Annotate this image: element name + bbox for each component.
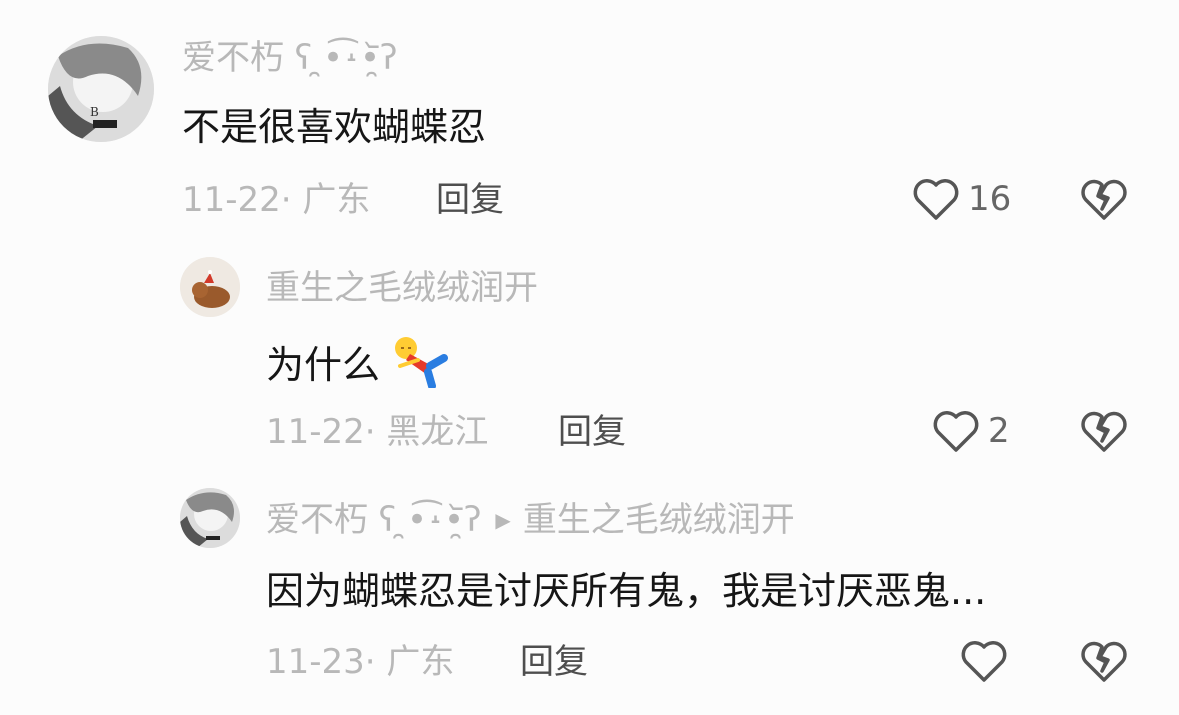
comment-item: 爱不朽 ʕ ̯•͡˔•̯᷅ʔ ▶ 重生之毛绒绒润开 因为蝴蝶忍是讨厌所有鬼，我是讨厌…	[0, 470, 1179, 715]
like-button[interactable]	[960, 638, 1008, 684]
avatar-image	[180, 488, 240, 548]
avatar[interactable]	[180, 488, 240, 548]
comment-text: 因为蝴蝶忍是讨厌所有鬼，我是讨厌恶鬼...	[266, 569, 987, 613]
comment-username: 爱不朽 ʕ ̯•͡˔•̯᷅ʔ ▶ 重生之毛绒绒润开	[266, 500, 795, 540]
author-name[interactable]: 爱不朽 ʕ ̯•͡˔•̯᷅ʔ	[266, 500, 481, 540]
comment-item: B 爱不朽 ʕ ̯•͡˔•̯᷅ʔ 不是很喜欢蝴蝶忍 11-22· 广东 回复 1…	[0, 0, 1179, 240]
comment-item: 重生之毛绒绒润开 为什么 11-22· 黑龙江 回复 2	[0, 240, 1179, 470]
comment-meta: 11-22· 黑龙江	[266, 412, 489, 452]
comment-text: 不是很喜欢蝴蝶忍	[182, 105, 487, 149]
like-count: 16	[968, 179, 1012, 219]
comment-text: 为什么	[266, 336, 456, 388]
heart-outline-icon	[912, 176, 960, 222]
broken-heart-icon	[1080, 408, 1128, 454]
like-count: 2	[988, 411, 1010, 451]
avatar[interactable]	[180, 257, 240, 317]
reply-button[interactable]: 回复	[558, 412, 626, 452]
dislike-button[interactable]	[1080, 176, 1128, 222]
comment-username[interactable]: 爱不朽 ʕ ̯•͡˔•̯᷅ʔ	[182, 38, 397, 78]
triangle-right-icon: ▶	[495, 508, 511, 532]
dislike-button[interactable]	[1080, 638, 1128, 684]
broken-heart-icon	[1080, 176, 1128, 222]
like-button[interactable]: 2	[932, 408, 1010, 454]
comment-username[interactable]: 重生之毛绒绒润开	[266, 268, 538, 308]
comment-text-content: 为什么	[266, 343, 381, 387]
fallen-figure-sticker	[392, 336, 456, 388]
avatar-image	[180, 257, 240, 317]
reply-button[interactable]: 回复	[436, 180, 504, 220]
like-button[interactable]: 16	[912, 176, 1011, 222]
dislike-button[interactable]	[1080, 408, 1128, 454]
svg-text:B: B	[90, 105, 99, 119]
reply-to-name[interactable]: 重生之毛绒绒润开	[523, 500, 795, 540]
avatar-image: B	[48, 36, 154, 142]
avatar[interactable]: B	[48, 36, 154, 142]
comment-meta: 11-23· 广东	[266, 642, 455, 682]
comment-thread: B 爱不朽 ʕ ̯•͡˔•̯᷅ʔ 不是很喜欢蝴蝶忍 11-22· 广东 回复 1…	[0, 0, 1179, 715]
heart-outline-icon	[960, 638, 1008, 684]
comment-meta: 11-22· 广东	[182, 180, 371, 220]
heart-outline-icon	[932, 408, 980, 454]
reply-button[interactable]: 回复	[520, 642, 588, 682]
broken-heart-icon	[1080, 638, 1128, 684]
